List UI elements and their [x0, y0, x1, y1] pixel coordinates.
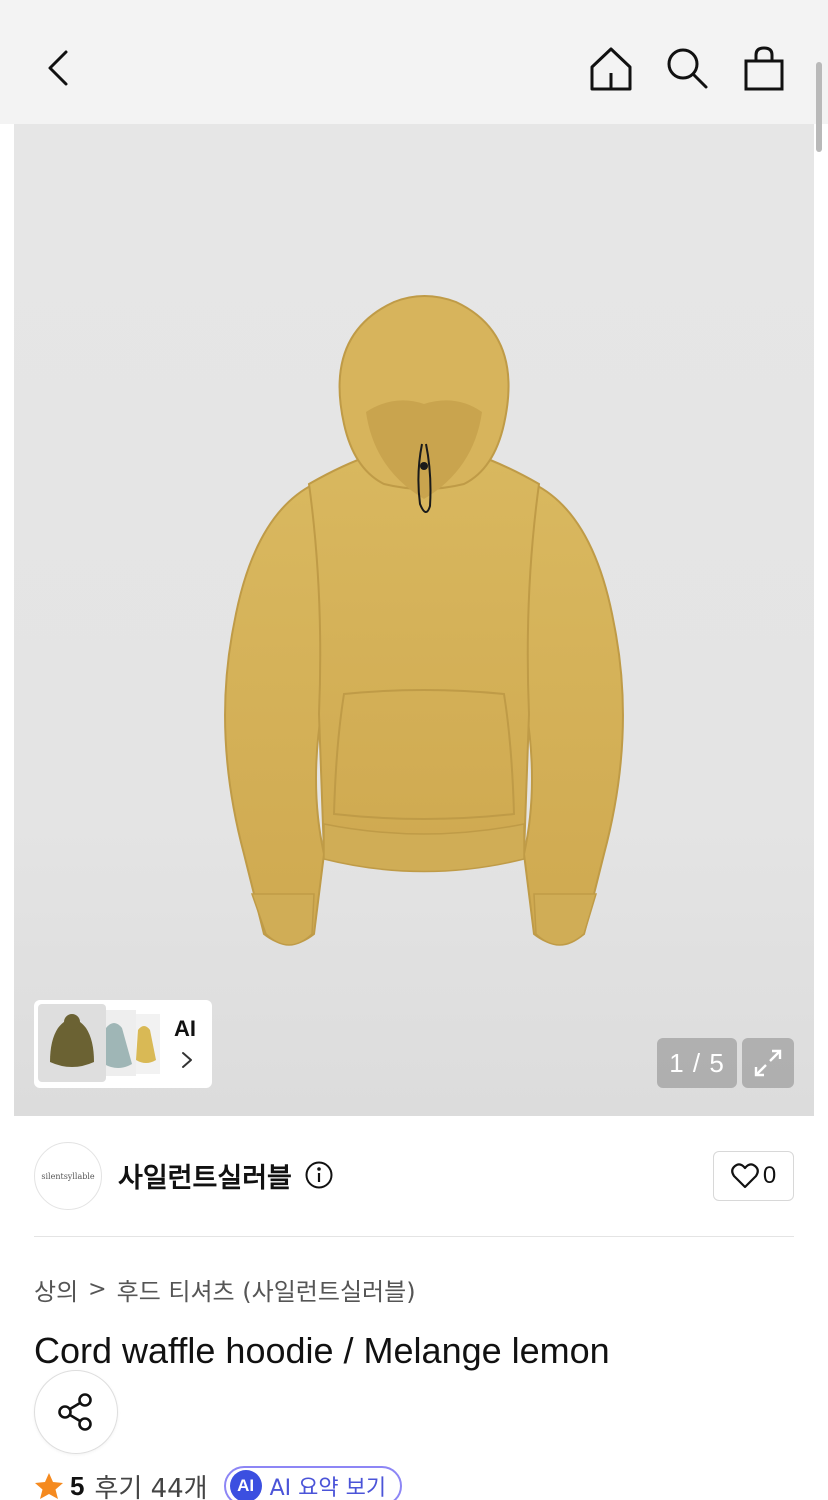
home-icon: [590, 47, 632, 91]
info-icon[interactable]: [304, 1160, 334, 1190]
shopping-bag-button[interactable]: [736, 40, 792, 96]
search-button[interactable]: [659, 40, 715, 96]
rating-row: 5 후기 44개 AI AI 요약 보기: [34, 1466, 403, 1500]
brand-row: silentsyllable 사일런트실러블 0: [34, 1142, 794, 1210]
search-icon: [667, 48, 708, 89]
home-button[interactable]: [583, 40, 639, 96]
chevron-left-icon: [48, 50, 68, 86]
image-counter: 1 / 5: [657, 1038, 737, 1088]
ai-badge: AI: [229, 1470, 262, 1500]
expand-icon: [754, 1049, 782, 1077]
review-count-link[interactable]: 후기 44개: [94, 1468, 207, 1500]
ai-summary-label: AI 요약 보기: [269, 1476, 387, 1500]
breadcrumb-separator: >: [88, 1276, 107, 1302]
brand-logo[interactable]: silentsyllable: [34, 1142, 102, 1210]
chevron-right-icon: [182, 1052, 192, 1068]
product-image: [224, 295, 624, 946]
top-navigation-bar: [0, 0, 828, 152]
share-icon: [58, 1393, 92, 1431]
brand-logo-text: silentsyllable: [41, 1171, 95, 1181]
similar-product-thumbnails: [38, 1004, 160, 1082]
brand-name[interactable]: 사일런트실러블: [118, 1156, 292, 1195]
shopping-bag-icon: [744, 46, 784, 91]
rating-value: 5: [70, 1470, 85, 1500]
ai-summary-button[interactable]: AI AI 요약 보기: [223, 1466, 403, 1500]
ai-similar-products-card[interactable]: AI: [34, 1000, 212, 1088]
product-title: Cord waffle hoodie / Melange lemon: [34, 1330, 610, 1371]
breadcrumb: 상의 > 후드 티셔츠 (사일런트실러블): [34, 1272, 416, 1306]
product-image-gallery[interactable]: AI 1 / 5: [14, 124, 814, 1116]
ai-label: AI: [174, 1016, 196, 1041]
back-button[interactable]: [32, 40, 88, 96]
breadcrumb-subcategory[interactable]: 후드 티셔츠 (사일런트실러블): [117, 1272, 416, 1307]
expand-image-button[interactable]: [742, 1038, 794, 1088]
heart-icon: [730, 1163, 759, 1189]
divider: [34, 1236, 794, 1237]
like-count: 0: [762, 1162, 777, 1189]
star-icon: [35, 1473, 63, 1499]
like-button[interactable]: 0: [713, 1151, 794, 1201]
page-scrollbar[interactable]: [816, 62, 822, 152]
breadcrumb-category[interactable]: 상의: [34, 1272, 78, 1307]
share-button[interactable]: [34, 1370, 118, 1454]
